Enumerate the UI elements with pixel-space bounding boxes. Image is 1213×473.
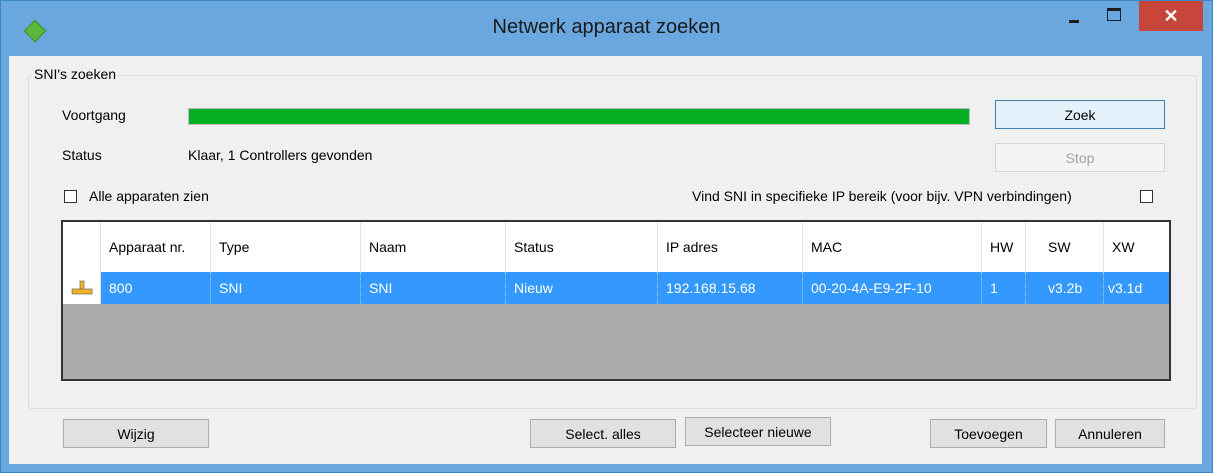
col-status[interactable]: Status bbox=[506, 222, 658, 272]
window-title: Netwerk apparaat zoeken bbox=[492, 16, 721, 38]
row-indicator bbox=[63, 272, 101, 304]
cell-mac: 00-20-4A-E9-2F-10 bbox=[803, 272, 982, 304]
cell-xw: v3.1d bbox=[1108, 280, 1143, 296]
row-arrow-icon bbox=[71, 280, 93, 295]
status-label: Status bbox=[62, 147, 102, 163]
maximize-button[interactable] bbox=[1099, 1, 1129, 31]
edit-button[interactable]: Wijzig bbox=[63, 419, 209, 448]
col-apparaat-nr[interactable]: Apparaat nr. bbox=[101, 222, 211, 272]
cell-sw: v3.2b bbox=[1026, 272, 1104, 304]
col-ip-adres[interactable]: IP adres bbox=[658, 222, 803, 272]
status-text: Klaar, 1 Controllers gevonden bbox=[188, 147, 373, 163]
cell-ip: 192.168.15.68 bbox=[658, 272, 803, 304]
progress-label: Voortgang bbox=[62, 107, 126, 123]
col-type[interactable]: Type bbox=[211, 222, 361, 272]
minimize-icon bbox=[1069, 20, 1079, 23]
col-naam[interactable]: Naam bbox=[361, 222, 506, 272]
progress-bar bbox=[188, 108, 970, 125]
cancel-button[interactable]: Annuleren bbox=[1055, 419, 1165, 448]
minimize-button[interactable] bbox=[1059, 1, 1089, 31]
table-header: Apparaat nr. Type Naam Status IP adres M… bbox=[63, 222, 1169, 272]
maximize-icon bbox=[1107, 8, 1121, 21]
row-header-corner bbox=[63, 222, 101, 272]
progress-fill bbox=[189, 109, 969, 124]
stop-button[interactable]: Stop bbox=[995, 143, 1165, 172]
cell-name: SNI bbox=[361, 272, 506, 304]
ip-range-label: Vind SNI in specifieke IP bereik (voor b… bbox=[692, 188, 1072, 204]
cell-nr: 800 bbox=[101, 272, 211, 304]
show-all-checkbox[interactable] bbox=[64, 190, 77, 203]
show-all-label: Alle apparaten zien bbox=[89, 188, 209, 204]
close-button[interactable]: ✕ bbox=[1139, 1, 1203, 31]
search-button[interactable]: Zoek bbox=[995, 100, 1165, 129]
table-row[interactable]: 800 SNI SNI Nieuw 192.168.15.68 00-20-4A… bbox=[63, 272, 1169, 304]
cell-hw: 1 bbox=[982, 272, 1026, 304]
group-title: SNI's zoeken bbox=[32, 66, 119, 82]
col-mac[interactable]: MAC bbox=[803, 222, 982, 272]
add-button[interactable]: Toevoegen bbox=[930, 419, 1047, 448]
col-hw[interactable]: HW bbox=[982, 222, 1026, 272]
title-bar[interactable]: Netwerk apparaat zoeken ✕ bbox=[1, 1, 1212, 57]
ip-range-checkbox[interactable] bbox=[1140, 190, 1153, 203]
col-xw[interactable]: XW bbox=[1104, 222, 1169, 272]
select-new-button[interactable]: Selecteer nieuwe bbox=[685, 417, 831, 446]
cell-status: Nieuw bbox=[506, 272, 658, 304]
select-all-button[interactable]: Select. alles bbox=[530, 419, 676, 448]
col-sw[interactable]: SW bbox=[1026, 222, 1104, 272]
cell-type: SNI bbox=[211, 272, 361, 304]
device-table[interactable]: Apparaat nr. Type Naam Status IP adres M… bbox=[61, 220, 1171, 381]
